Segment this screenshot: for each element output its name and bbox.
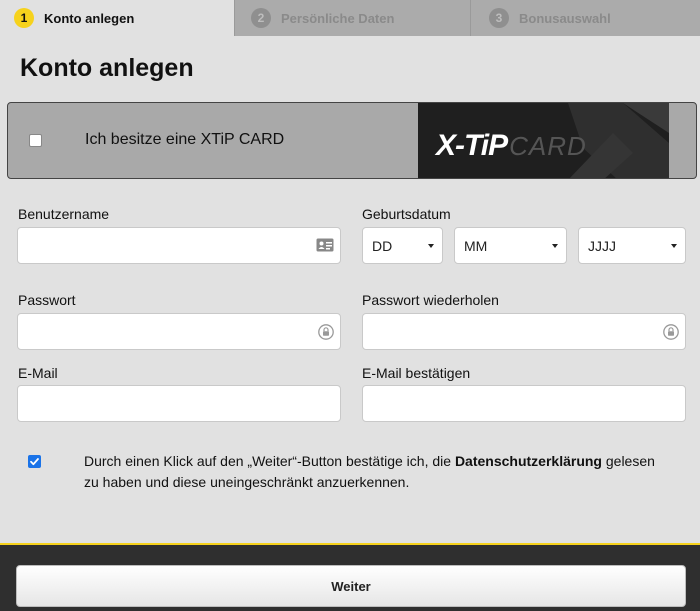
step-number-3: 3 — [489, 8, 509, 28]
xtip-card-checkbox[interactable] — [29, 134, 42, 147]
id-card-icon — [316, 238, 334, 252]
footer-bar: Weiter — [0, 543, 700, 611]
next-button[interactable]: Weiter — [16, 565, 686, 607]
chevron-down-icon — [428, 244, 434, 248]
birthdate-day-select[interactable]: DD — [362, 227, 443, 264]
day-value: DD — [372, 238, 393, 254]
step-tabs: 1 Konto anlegen 2 Persönliche Daten 3 Bo… — [0, 0, 700, 36]
step-number-2: 2 — [251, 8, 271, 28]
birthdate-month-select[interactable]: MM — [454, 227, 567, 264]
year-value: JJJJ — [588, 238, 616, 254]
consent-text: Durch einen Klick auf den „Weiter“-Butto… — [84, 451, 664, 493]
xtip-card-banner: Ich besitze eine XTiP CARD X-TiP CARD — [7, 102, 697, 179]
birthdate-year-select[interactable]: JJJJ — [578, 227, 686, 264]
username-label: Benutzername — [18, 206, 110, 222]
email-confirm-label: E-Mail bestätigen — [362, 365, 471, 381]
xtip-card-logo: X-TiP CARD — [418, 103, 669, 178]
consent-text-before: Durch einen Klick auf den „Weiter“-Butto… — [84, 453, 455, 469]
step-number-1: 1 — [14, 8, 34, 28]
month-value: MM — [464, 238, 488, 254]
logo-brand: X-TiP — [436, 129, 508, 162]
password-repeat-input[interactable] — [362, 313, 686, 350]
password-label: Passwort — [18, 292, 76, 308]
consent-checkbox[interactable] — [28, 455, 41, 468]
lock-icon — [318, 324, 334, 340]
tab-persoenliche-daten[interactable]: 2 Persönliche Daten — [234, 0, 470, 36]
tab-konto-anlegen[interactable]: 1 Konto anlegen — [0, 0, 234, 36]
logo-wordmark: X-TiP CARD — [436, 129, 587, 163]
email-confirm-input[interactable] — [362, 385, 686, 422]
lock-icon — [663, 324, 679, 340]
page-title: Konto anlegen — [20, 54, 194, 82]
privacy-policy-link[interactable]: Datenschutzerklärung — [455, 453, 602, 469]
chevron-down-icon — [671, 244, 677, 248]
tab-bonusauswahl[interactable]: 3 Bonusauswahl — [470, 0, 700, 36]
step-label: Persönliche Daten — [281, 10, 395, 26]
step-label: Konto anlegen — [44, 10, 135, 26]
chevron-down-icon — [552, 244, 558, 248]
username-input[interactable] — [17, 227, 341, 264]
logo-card: CARD — [509, 131, 587, 161]
password-input[interactable] — [17, 313, 341, 350]
step-label: Bonusauswahl — [519, 10, 611, 26]
xtip-card-label[interactable]: Ich besitze eine XTiP CARD — [85, 131, 284, 149]
birthdate-label: Geburtsdatum — [362, 206, 451, 222]
email-label: E-Mail — [18, 365, 58, 381]
password-repeat-label: Passwort wiederholen — [362, 292, 499, 308]
email-input[interactable] — [17, 385, 341, 422]
checkmark-icon — [30, 458, 39, 466]
